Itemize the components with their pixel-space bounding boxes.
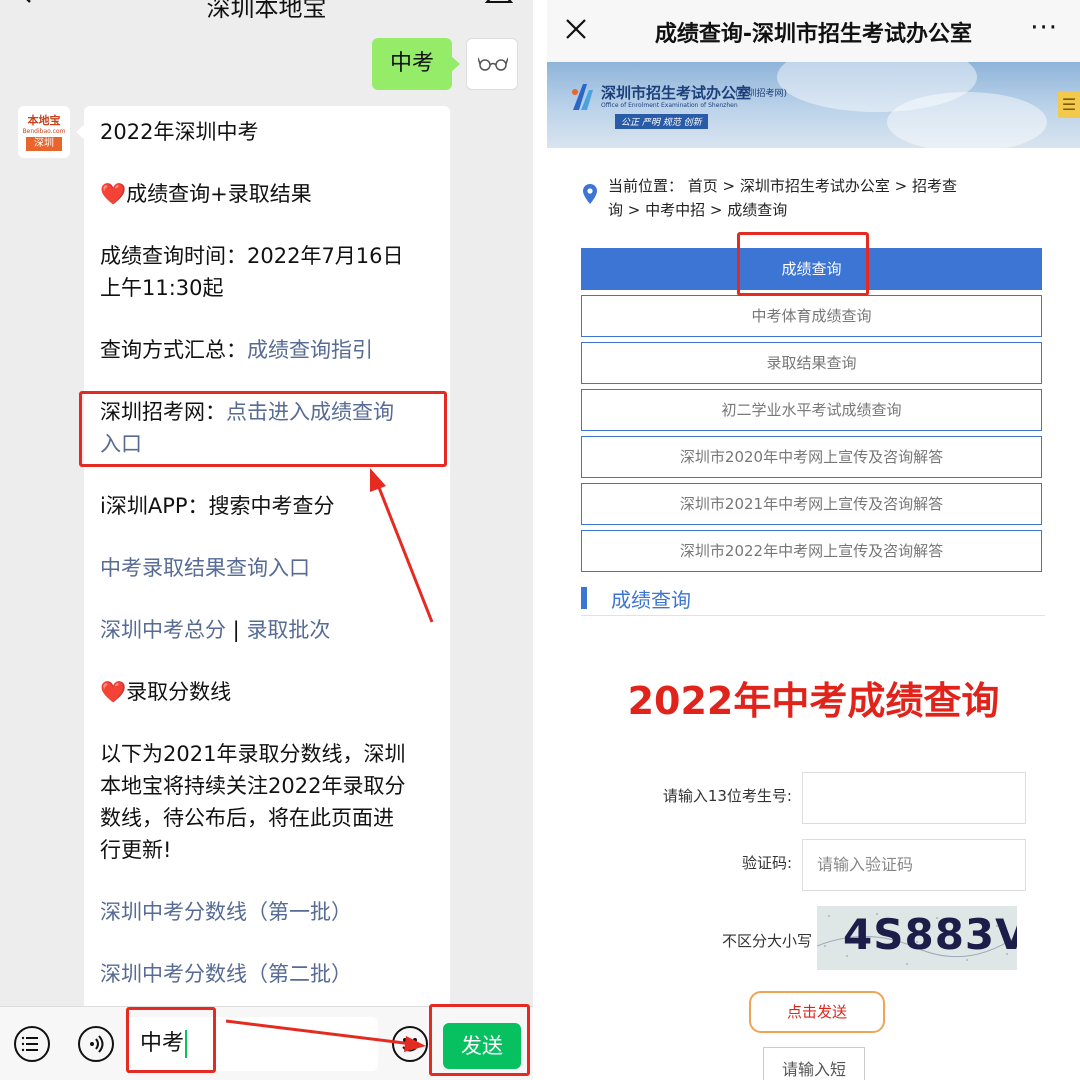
sms-code-input[interactable]: 请输入短 — [763, 1047, 865, 1080]
site-org-en: Office of Enrolment Examination of Shenz… — [601, 102, 738, 109]
exam-number-input[interactable] — [802, 772, 1026, 824]
site-org-name: 深圳市招生考试办公室 — [601, 84, 752, 102]
query-page-title: 2022年中考成绩查询 — [627, 679, 1000, 723]
more-options-icon[interactable]: ··· — [1030, 15, 1058, 41]
nav-2021-qa[interactable]: 深圳市2021年中考网上宣传及咨询解答 — [581, 483, 1042, 525]
nav-pe-score-query[interactable]: 中考体育成绩查询 — [581, 295, 1042, 337]
section-heading: 成绩查询 — [581, 582, 1045, 616]
captcha-text: 4S883V — [843, 910, 1017, 959]
site-banner: 深圳市招生考试办公室 (深圳招考网) Office of Enrolment E… — [547, 62, 1080, 148]
nav-admission-query[interactable]: 录取结果查询 — [581, 342, 1042, 384]
breadcrumb-line-1[interactable]: 当前位置： 首页 > 深圳市招生考试办公室 > 招考查 — [581, 174, 1051, 198]
breadcrumb-line-2[interactable]: 询 > 中考中招 > 成绩查询 — [581, 198, 1051, 222]
section-accent-bar — [581, 587, 587, 609]
site-org-tag: (深圳招考网) — [735, 89, 788, 99]
hamburger-menu-icon[interactable]: ☰ — [1058, 92, 1080, 118]
annotation-arrows — [225, 468, 434, 1052]
case-insensitive-hint: 不区分大小写 — [721, 932, 812, 950]
arrow-head-send — [404, 1036, 426, 1052]
captcha-input[interactable]: 请输入验证码 — [802, 839, 1026, 891]
section-title: 成绩查询 — [611, 588, 691, 612]
nav-grade8-query[interactable]: 初二学业水平考试成绩查询 — [581, 389, 1042, 431]
site-slogan: 公正 严明 规范 创新 — [615, 114, 708, 129]
web-page-title: 成绩查询-深圳市招生考试办公室 — [654, 22, 973, 47]
chat-panel: 深圳本地宝 中考 本地宝 Bendibao.com 深圳 2022年深圳中考 ❤… — [0, 0, 533, 1080]
nav-2022-qa[interactable]: 深圳市2022年中考网上宣传及咨询解答 — [581, 530, 1042, 572]
highlight-box-score-query — [737, 232, 869, 296]
web-header: 成绩查询-深圳市招生考试办公室 ··· — [547, 0, 1080, 62]
arrow-head-portal — [370, 468, 386, 492]
exam-number-label: 请输入13位考生号: — [662, 787, 792, 805]
arrow-to-send — [225, 1019, 413, 1046]
arrow-to-portal — [376, 484, 434, 623]
banner-cloud — [887, 92, 1047, 148]
close-icon[interactable] — [565, 18, 587, 40]
web-panel: 成绩查询-深圳市招生考试办公室 ··· 深圳市招生考试办公室 (深圳招考网) O… — [547, 0, 1080, 1080]
site-logo-icon — [572, 84, 593, 110]
breadcrumb: 当前位置： 首页 > 深圳市招生考试办公室 > 招考查 询 > 中考中招 > 成… — [581, 174, 1051, 222]
nav-2020-qa[interactable]: 深圳市2020年中考网上宣传及咨询解答 — [581, 436, 1042, 478]
captcha-image[interactable]: 4S883V — [817, 906, 1017, 970]
captcha-label: 验证码: — [741, 854, 792, 872]
send-sms-button[interactable]: 点击发送 — [749, 991, 885, 1033]
